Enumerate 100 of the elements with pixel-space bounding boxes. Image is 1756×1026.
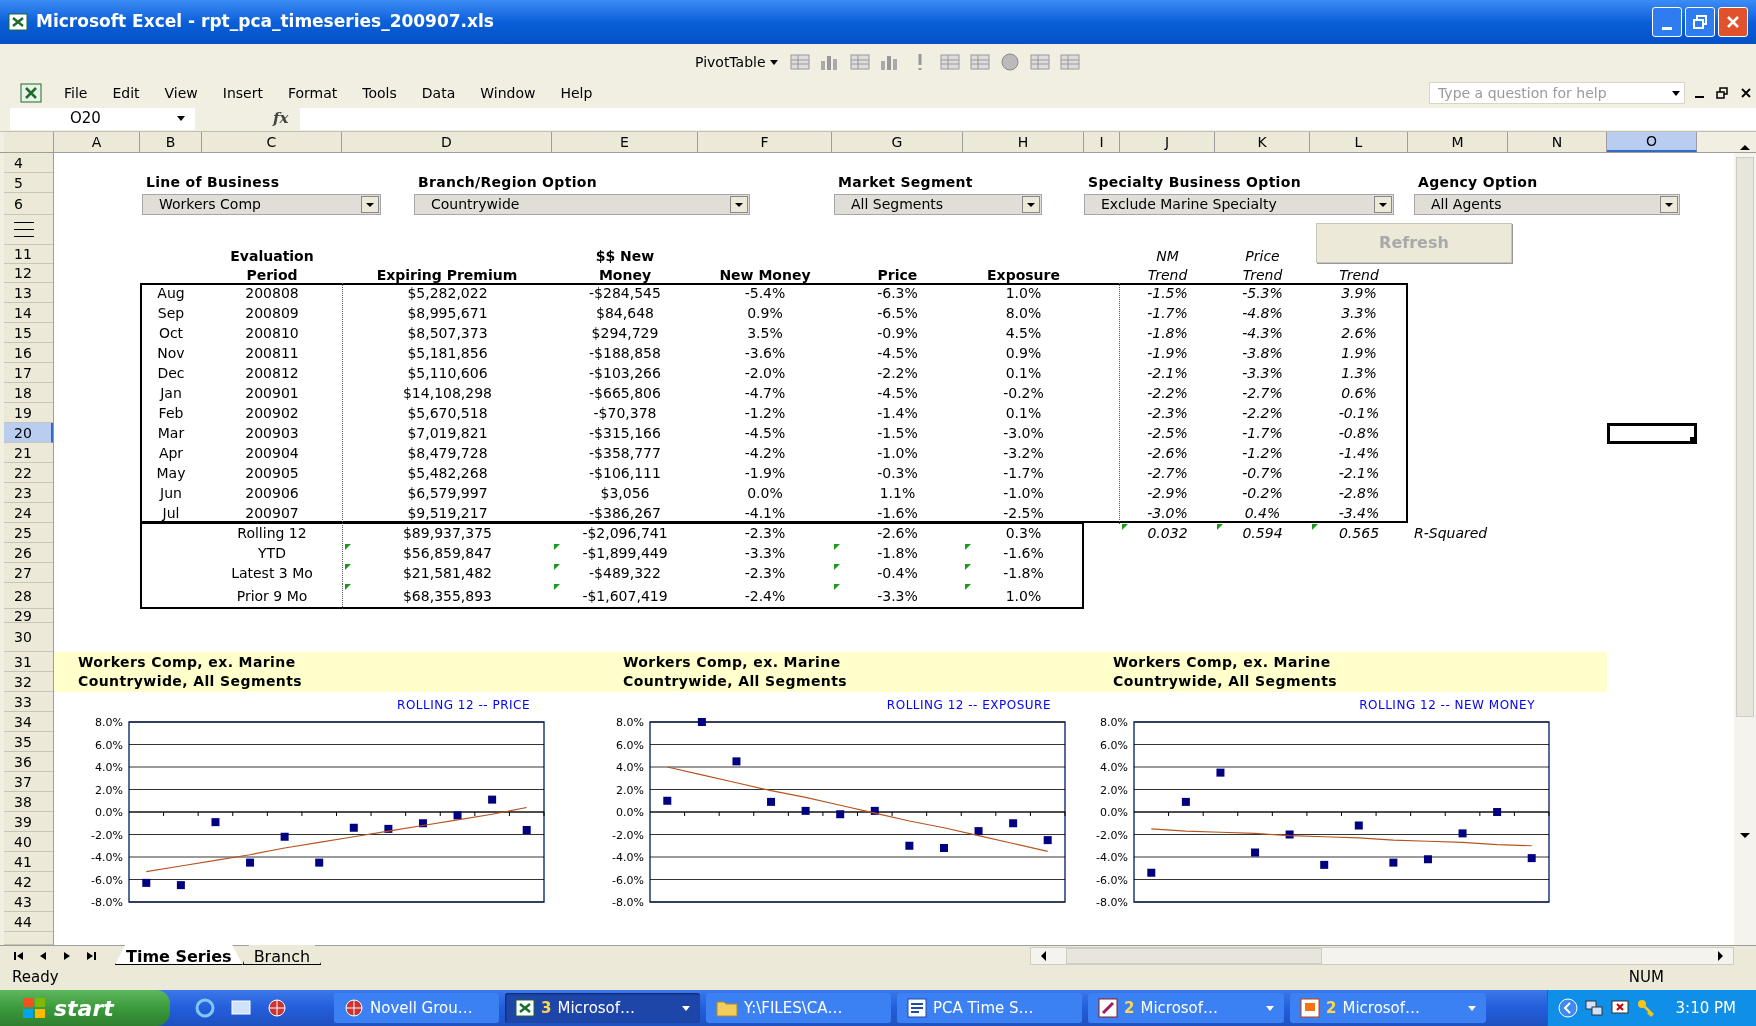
column-header[interactable]: H (963, 132, 1084, 152)
column-header[interactable]: K (1215, 132, 1310, 152)
row-header[interactable]: 44 (4, 912, 53, 932)
left-arrow-icon[interactable] (38, 950, 48, 961)
column-header[interactable]: D (342, 132, 552, 152)
row-header[interactable]: 35 (4, 732, 53, 752)
row-header[interactable]: 21 (4, 443, 53, 463)
formula-field[interactable] (300, 107, 1756, 130)
active-cell[interactable] (1607, 423, 1697, 444)
row-header[interactable]: 31 (4, 652, 53, 672)
taskbar-button[interactable]: 2 Microsof… (1088, 993, 1284, 1023)
browser-icon[interactable] (194, 997, 216, 1019)
row-header[interactable]: 17 (4, 363, 53, 383)
filter-dropdown[interactable]: Exclude Marine Specialty (1084, 194, 1394, 215)
restore-button[interactable] (1685, 7, 1715, 37)
row-header[interactable]: 11 (4, 245, 53, 264)
left-arrow-icon[interactable] (14, 950, 24, 961)
pivottable-menu[interactable]: PivotTable (691, 51, 782, 73)
key-icon[interactable] (1635, 998, 1656, 1018)
filter-dropdown[interactable]: All Segments (834, 194, 1042, 215)
close-icon[interactable] (1740, 87, 1752, 99)
row-header[interactable]: 13 (4, 283, 53, 303)
row-header[interactable]: 22 (4, 463, 53, 483)
row-header[interactable]: 5 (4, 173, 53, 193)
column-header[interactable]: C (202, 132, 342, 152)
menu-item[interactable]: Insert (220, 82, 265, 104)
function-label[interactable]: fx (273, 107, 289, 130)
column-header[interactable]: G (832, 132, 963, 152)
column-header[interactable]: A (54, 132, 140, 152)
taskbar-button[interactable]: PCA Time S… (897, 993, 1082, 1023)
menu-item[interactable]: Window (478, 82, 538, 104)
scroll-thumb[interactable] (1066, 947, 1322, 964)
row-header[interactable]: 43 (4, 892, 53, 912)
column-header[interactable]: I (1084, 132, 1120, 152)
start-button[interactable]: start (0, 990, 170, 1026)
menu-item[interactable]: Edit (110, 82, 142, 104)
right-arrow-icon[interactable] (62, 950, 72, 961)
vertical-scrollbar[interactable] (1734, 153, 1756, 945)
row-header[interactable]: 36 (4, 752, 53, 772)
row-header[interactable]: 30 (4, 623, 53, 652)
menu-item[interactable]: Tools (360, 82, 399, 104)
globe-icon[interactable] (266, 997, 288, 1019)
table-icon[interactable] (847, 51, 872, 73)
row-header[interactable]: 42 (4, 872, 53, 892)
table-icon[interactable] (967, 51, 992, 73)
taskbar-button[interactable]: Y:\FILES\CA… (706, 993, 891, 1023)
row-header[interactable]: 38 (4, 792, 53, 812)
column-header[interactable]: B (140, 132, 202, 152)
sheet-tab[interactable]: Time Series (115, 945, 243, 965)
network-icon[interactable] (1583, 998, 1604, 1018)
close-button[interactable] (1718, 7, 1748, 37)
filter-dropdown[interactable]: All Agents (1414, 194, 1680, 215)
row-header[interactable]: 33 (4, 692, 53, 712)
chevron-left-icon[interactable] (1557, 998, 1578, 1018)
menu-item[interactable]: View (162, 82, 200, 104)
taskbar-button[interactable]: 3 Microsof… (505, 993, 700, 1023)
right-arrow-icon[interactable] (1718, 950, 1723, 961)
restore-icon[interactable] (1716, 87, 1728, 99)
menu-item[interactable]: Format (285, 82, 340, 104)
row-header[interactable]: 34 (4, 712, 53, 732)
table-icon[interactable] (1027, 51, 1052, 73)
row-header[interactable]: 15 (4, 323, 53, 343)
row-header[interactable]: 26 (4, 543, 53, 563)
row-header[interactable]: 41 (4, 852, 53, 872)
column-header[interactable]: O (1607, 132, 1697, 152)
right-arrow-icon[interactable] (86, 950, 96, 961)
spreadsheet-icon[interactable] (20, 83, 42, 103)
row-header[interactable]: 29 (4, 609, 53, 623)
column-header[interactable]: J (1120, 132, 1215, 152)
scroll-thumb[interactable] (1736, 157, 1754, 717)
row-header[interactable]: 27 (4, 563, 53, 583)
row-header[interactable]: 23 (4, 483, 53, 503)
row-header[interactable]: 37 (4, 772, 53, 792)
column-header[interactable]: N (1508, 132, 1607, 152)
minimize-button[interactable] (1652, 7, 1682, 37)
column-header[interactable]: M (1408, 132, 1508, 152)
row-header[interactable]: 39 (4, 812, 53, 832)
row-header[interactable]: 4 (4, 153, 53, 173)
menu-item[interactable]: Data (419, 82, 458, 104)
menu-item[interactable]: File (62, 82, 90, 104)
row-header[interactable]: 32 (4, 672, 53, 692)
row-header[interactable]: 18 (4, 383, 53, 403)
column-header[interactable]: E (552, 132, 698, 152)
row-header[interactable]: 28 (4, 583, 53, 609)
row-header[interactable]: 20 (4, 423, 53, 443)
row-header[interactable]: 25 (4, 523, 53, 543)
table-icon[interactable] (787, 51, 812, 73)
sheet-tab[interactable]: Branch (242, 945, 322, 965)
filter-dropdown[interactable]: Countrywide (414, 194, 750, 215)
menu-item[interactable]: Help (558, 82, 595, 104)
row-header[interactable]: 40 (4, 832, 53, 852)
help-search-field[interactable]: Type a question for help (1429, 82, 1685, 104)
taskbar-button[interactable]: 2 Microsof… (1290, 993, 1486, 1023)
filter-dropdown[interactable]: Workers Comp (142, 194, 381, 215)
taskbar-button[interactable]: Novell Grou… (334, 993, 499, 1023)
column-header[interactable]: L (1310, 132, 1408, 152)
name-box[interactable]: O20 (10, 107, 195, 130)
left-arrow-icon[interactable] (1041, 950, 1046, 961)
row-header[interactable]: 6 (4, 193, 53, 215)
column-header[interactable]: F (698, 132, 832, 152)
